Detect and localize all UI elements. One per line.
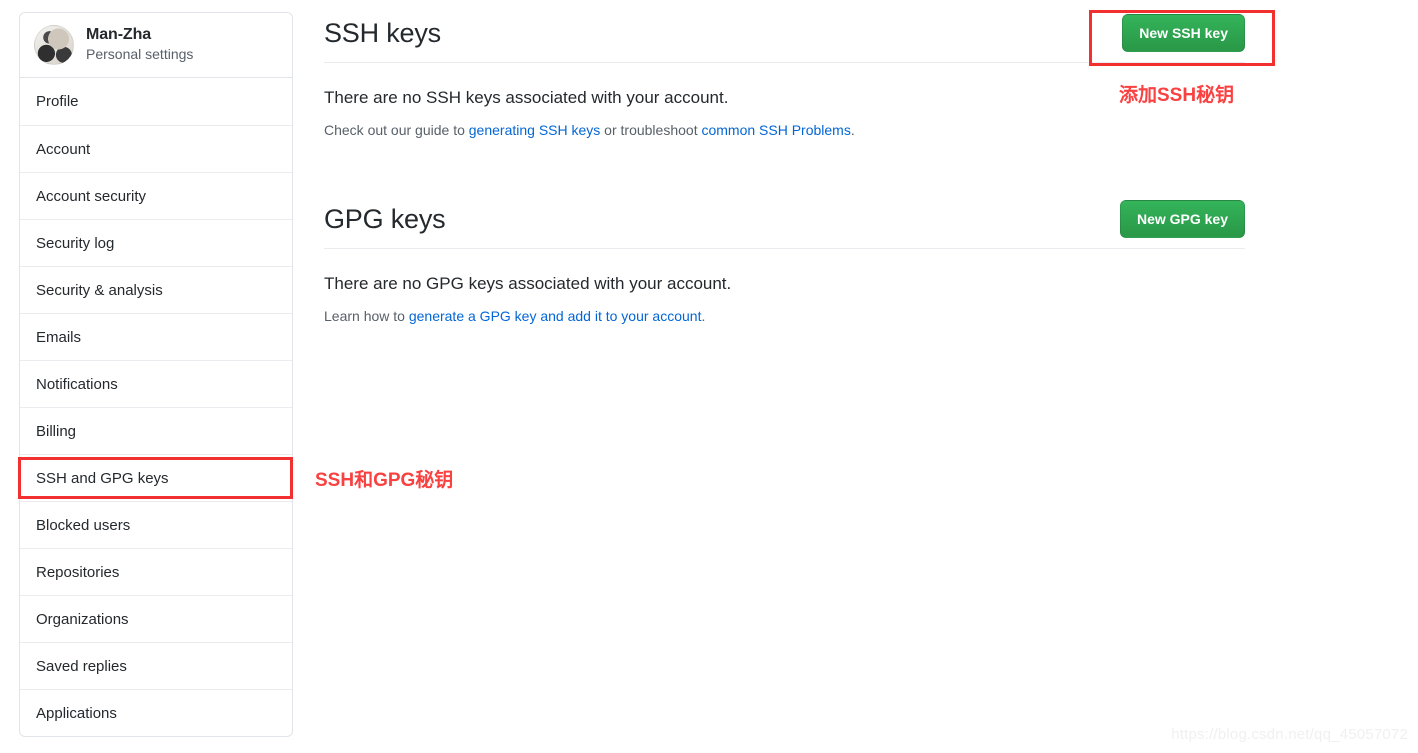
ssh-help-prefix: Check out our guide to [324, 122, 469, 138]
gpg-keys-header: GPG keys New GPG key [324, 200, 1245, 249]
ssh-keys-empty-message: There are no SSH keys associated with yo… [324, 88, 729, 107]
gpg-keys-help-text: Learn how to generate a GPG key and add … [324, 308, 1245, 324]
generate-gpg-key-link[interactable]: generate a GPG key and add it to your ac… [409, 308, 702, 324]
annotation-label-new-ssh-key: 添加SSH秘钥 [1119, 85, 1235, 106]
user-avatar-photo-icon [34, 24, 74, 65]
sidebar-item-repositories[interactable]: Repositories [20, 548, 292, 595]
sidebar-item-ssh-and-gpg-keys[interactable]: SSH and GPG keys [20, 454, 292, 501]
gpg-keys-empty-message: There are no GPG keys associated with yo… [324, 274, 732, 293]
user-meta: Man-Zha Personal settings [86, 25, 193, 64]
sidebar-item-saved-replies[interactable]: Saved replies [20, 642, 292, 689]
sidebar-item-profile[interactable]: Profile [20, 78, 292, 125]
gpg-help-suffix: . [701, 308, 706, 324]
sidebar-item-account-security[interactable]: Account security [20, 172, 292, 219]
new-ssh-key-button[interactable]: New SSH key [1122, 14, 1245, 52]
ssh-help-middle: or troubleshoot [600, 122, 702, 138]
watermark: https://blog.csdn.net/qq_45057072 [1171, 726, 1408, 743]
sidebar-item-notifications[interactable]: Notifications [20, 360, 292, 407]
settings-sidebar: Man-Zha Personal settings Profile Accoun… [19, 12, 293, 737]
sidebar-item-billing[interactable]: Billing [20, 407, 292, 454]
common-ssh-problems-link[interactable]: common SSH Problems [701, 122, 850, 138]
gpg-keys-title: GPG keys [324, 203, 446, 234]
main-content: SSH keys New SSH key There are no SSH ke… [324, 0, 1418, 753]
sidebar-item-security-analysis[interactable]: Security & analysis [20, 266, 292, 313]
ssh-keys-help-text: Check out our guide to generating SSH ke… [324, 122, 1245, 138]
sidebar-user-header: Man-Zha Personal settings [20, 13, 292, 78]
user-name: Man-Zha [86, 26, 152, 44]
gpg-keys-section: GPG keys New GPG key There are no GPG ke… [324, 200, 1245, 324]
sidebar-item-organizations[interactable]: Organizations [20, 595, 292, 642]
settings-page: Man-Zha Personal settings Profile Accoun… [0, 0, 1418, 753]
user-subtitle: Personal settings [86, 46, 194, 63]
gpg-help-prefix: Learn how to [324, 308, 409, 324]
sidebar-item-applications[interactable]: Applications [20, 689, 292, 736]
ssh-help-suffix: . [850, 122, 855, 138]
generating-ssh-keys-link[interactable]: generating SSH keys [469, 122, 601, 138]
ssh-keys-title: SSH keys [324, 17, 441, 48]
sidebar-item-account[interactable]: Account [20, 125, 292, 172]
sidebar-item-blocked-users[interactable]: Blocked users [20, 501, 292, 548]
ssh-keys-section: SSH keys New SSH key There are no SSH ke… [324, 14, 1245, 138]
ssh-keys-header: SSH keys New SSH key [324, 14, 1245, 63]
new-gpg-key-button[interactable]: New GPG key [1119, 200, 1245, 238]
sidebar-item-security-log[interactable]: Security log [20, 219, 292, 266]
sidebar-item-emails[interactable]: Emails [20, 313, 292, 360]
